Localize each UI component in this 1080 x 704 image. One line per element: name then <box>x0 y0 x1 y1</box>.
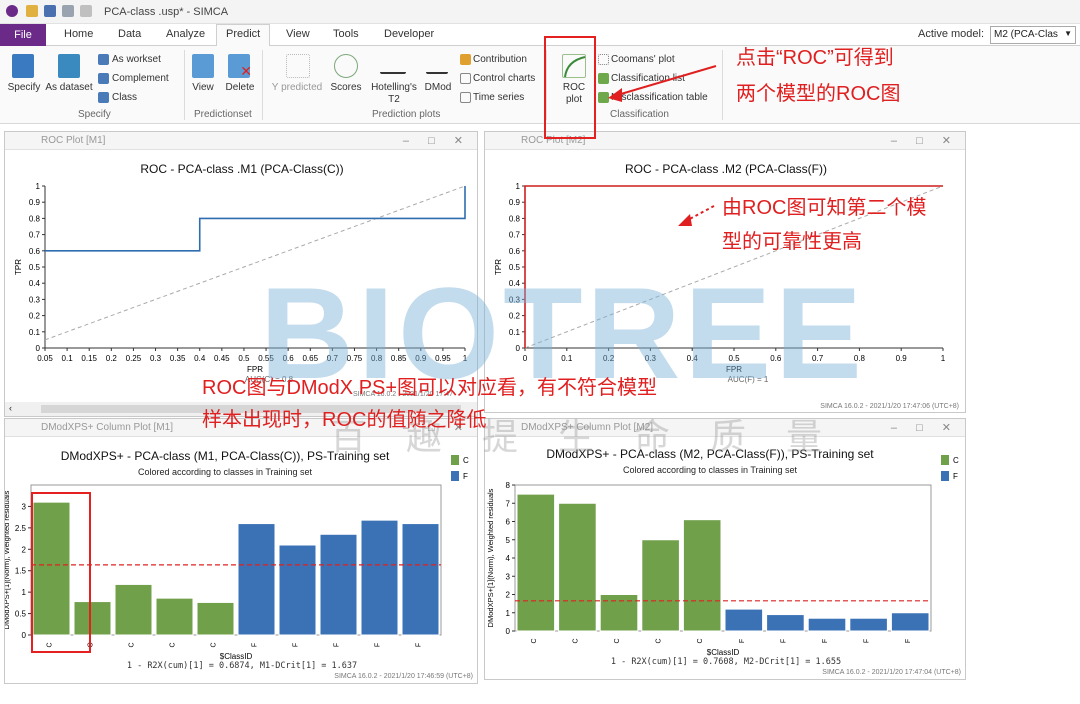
annotation-roc-compare-2: 型的可靠性更高 <box>722 231 862 253</box>
annotation-roc-click-1: 点击“ROC”可得到 <box>736 47 894 69</box>
annotation-roc-click-2: 两个模型的ROC图 <box>736 83 901 105</box>
annotation-roc-compare-1: 由ROC图可知第二个模 <box>722 197 927 219</box>
annotation-dmod-2: 样本出现时，ROC的值随之降低 <box>202 409 487 431</box>
annotation-dmod-1: ROC图与DModX PS+图可以对应看，有不符合模型 <box>202 377 658 399</box>
annotation-arrows <box>608 65 717 226</box>
